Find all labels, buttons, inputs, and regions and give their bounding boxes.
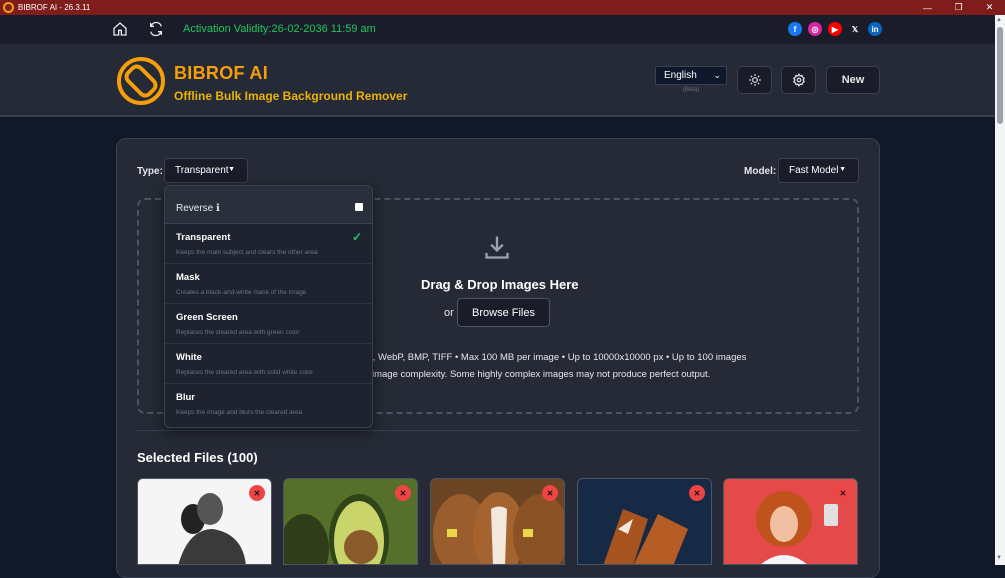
reverse-option[interactable]: Reverse ℹ: [165, 186, 372, 224]
menu-item-desc: Replaces the cleared area with solid whi…: [176, 369, 314, 376]
settings-button[interactable]: [781, 66, 816, 94]
or-text: or: [444, 307, 454, 319]
section-divider: [137, 430, 859, 431]
selected-files-title: Selected Files (100): [137, 450, 258, 465]
browse-files-button[interactable]: Browse Files: [457, 298, 550, 327]
gear-icon: [792, 73, 805, 87]
menu-item-desc: Keeps the image and blurs the cleared ar…: [176, 409, 303, 416]
linkedin-icon[interactable]: in: [868, 22, 882, 36]
menu-item-desc: Keeps the main subject and clears the ot…: [176, 249, 318, 256]
chevron-down-icon: ⌄: [713, 70, 721, 80]
caret-down-icon: ▼: [228, 166, 235, 173]
menu-item-mask[interactable]: Mask Creates a black-and-white mask of t…: [165, 264, 372, 304]
file-thumbnail-woman-selfie[interactable]: ✕: [723, 478, 858, 565]
scroll-up-icon[interactable]: ▲: [996, 17, 1002, 23]
menu-item-green-screen[interactable]: Green Screen Replaces the cleared area w…: [165, 304, 372, 344]
remove-file-button[interactable]: ✕: [835, 485, 851, 501]
scroll-down-icon[interactable]: ▼: [996, 555, 1002, 561]
app-header: BIBROF AI Offline Bulk Image Background …: [0, 44, 995, 117]
app-logo-icon: [3, 2, 14, 13]
model-label: Model:: [744, 166, 777, 177]
reverse-checkbox[interactable]: [355, 203, 363, 211]
drop-title: Drag & Drop Images Here: [421, 277, 579, 292]
type-dropdown-menu: Reverse ℹ Transparent Keeps the main sub…: [164, 185, 373, 428]
brand-name: BIBROF AI: [174, 63, 269, 83]
vertical-scrollbar[interactable]: ▲ ▼: [995, 15, 1005, 565]
download-icon: [485, 236, 509, 259]
instagram-icon[interactable]: ◎: [808, 22, 822, 36]
close-window-button[interactable]: ✕: [974, 0, 1005, 15]
type-label: Type:: [137, 166, 163, 177]
window-titlebar: BIBROF AI - 26.3.11 — ❐ ✕: [0, 0, 1005, 15]
refresh-icon[interactable]: [148, 21, 164, 37]
checkmark-icon: ✓: [352, 230, 363, 244]
remove-file-button[interactable]: ✕: [542, 485, 558, 501]
menu-item-white[interactable]: White Replaces the cleared area with sol…: [165, 344, 372, 384]
social-links: f ◎ ▶ 𝕏 in: [788, 22, 882, 36]
menu-item-name: Blur: [176, 392, 195, 403]
beta-label: (Beta): [683, 87, 700, 93]
menu-item-desc: Replaces the cleared area with green col…: [176, 329, 300, 336]
caret-down-icon: ▼: [839, 166, 846, 173]
model-select[interactable]: Fast Model ▼: [778, 158, 859, 183]
minimize-button[interactable]: —: [912, 0, 943, 15]
facebook-icon[interactable]: f: [788, 22, 802, 36]
scrollbar-thumb[interactable]: [997, 27, 1003, 124]
language-select[interactable]: English ⌄: [655, 66, 727, 85]
theme-toggle-button[interactable]: [737, 66, 772, 94]
file-thumbnail-man-portrait[interactable]: ✕: [137, 478, 272, 565]
model-value: Fast Model: [789, 165, 839, 176]
brand-logo-icon: [117, 57, 165, 105]
brand-tagline: Offline Bulk Image Background Remover: [174, 89, 408, 103]
reverse-label: Reverse ℹ: [176, 203, 220, 214]
window-controls: — ❐ ✕: [912, 0, 1005, 15]
menu-item-transparent[interactable]: Transparent Keeps the main subject and c…: [165, 224, 372, 264]
x-icon[interactable]: 𝕏: [848, 22, 862, 36]
home-icon[interactable]: [112, 21, 128, 37]
remove-file-button[interactable]: ✕: [395, 485, 411, 501]
language-value: English: [664, 70, 697, 81]
type-value: Transparent: [175, 165, 229, 176]
file-thumbnail-cow[interactable]: ✕: [430, 478, 565, 565]
activation-validity: Activation Validity:26-02-2036 11:59 am: [183, 23, 376, 35]
menu-item-desc: Creates a black-and-white mask of the im…: [176, 289, 307, 296]
youtube-icon[interactable]: ▶: [828, 22, 842, 36]
file-thumbnail-avocado[interactable]: ✕: [283, 478, 418, 565]
complexity-info: image complexity. Some highly complex im…: [372, 369, 711, 380]
menu-item-name: Green Screen: [176, 312, 238, 323]
menu-item-name: Transparent: [176, 232, 231, 243]
menu-item-name: Mask: [176, 272, 200, 283]
window-title: BIBROF AI - 26.3.11: [18, 3, 91, 12]
remove-file-button[interactable]: ✕: [689, 485, 705, 501]
restore-button[interactable]: ❐: [943, 0, 974, 15]
file-thumbnail-shoes[interactable]: ✕: [577, 478, 712, 565]
top-nav: Activation Validity:26-02-2036 11:59 am …: [0, 15, 995, 44]
type-select[interactable]: Transparent ▼: [164, 158, 248, 183]
remove-file-button[interactable]: ✕: [249, 485, 265, 501]
new-button[interactable]: New: [826, 66, 880, 94]
sun-icon: [748, 74, 761, 86]
menu-item-blur[interactable]: Blur Keeps the image and blurs the clear…: [165, 384, 372, 424]
format-info: s, WebP, BMP, TIFF • Max 100 MB per imag…: [368, 352, 747, 363]
menu-item-name: White: [176, 352, 202, 363]
